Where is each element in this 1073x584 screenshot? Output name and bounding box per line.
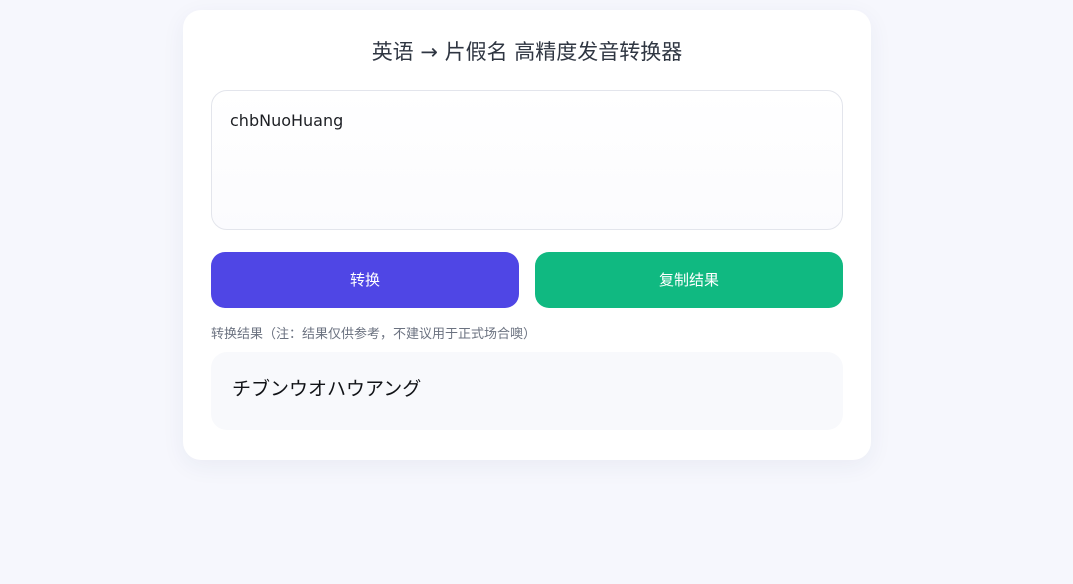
katakana-result: チブンウオハウアング xyxy=(211,352,843,430)
copy-result-button[interactable]: 复制结果 xyxy=(535,252,843,308)
english-input[interactable]: chbNuoHuang xyxy=(211,90,843,230)
converter-card: 英语 → 片假名 高精度发音转换器 chbNuoHuang 转换 复制结果 转换… xyxy=(183,10,871,460)
convert-button[interactable]: 转换 xyxy=(211,252,519,308)
result-note: 转换结果（注：结果仅供参考，不建议用于正式场合噢） xyxy=(211,327,537,342)
page-title: 英语 → 片假名 高精度发音转换器 xyxy=(371,40,683,64)
